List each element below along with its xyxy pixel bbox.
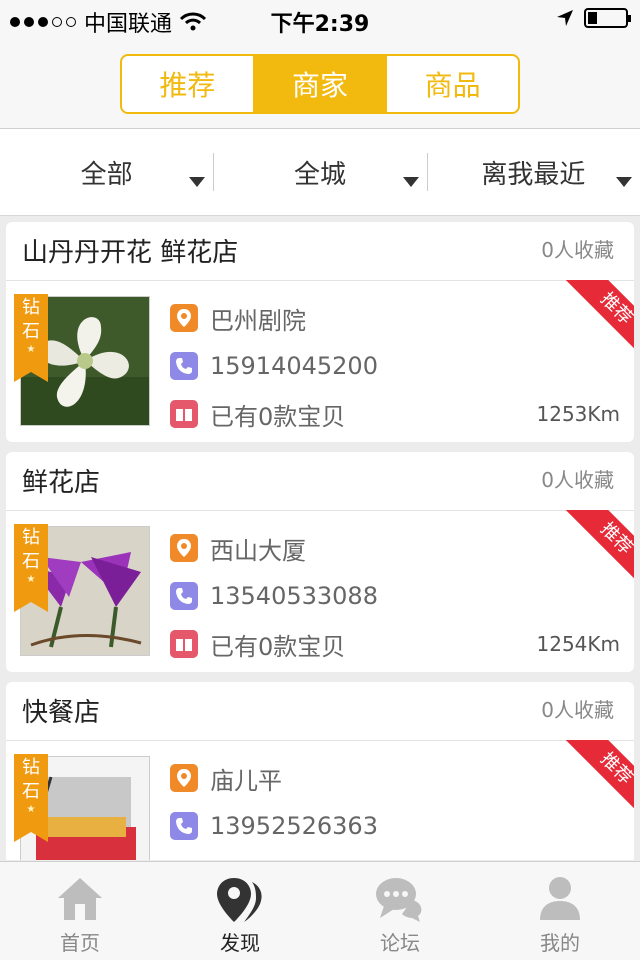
tab-home[interactable]: 首页	[0, 862, 160, 960]
filter-area-dropdown[interactable]: 全城	[213, 129, 426, 215]
gift-icon	[170, 630, 198, 658]
store-distance: 1253Km	[536, 402, 621, 426]
favorite-count[interactable]: 0人收藏	[541, 464, 614, 493]
tab-bar: 首页 发现 论坛 我的	[0, 861, 640, 960]
diamond-badge: 钻石 ★	[14, 754, 48, 842]
filter-category-dropdown[interactable]: 全部	[0, 129, 213, 215]
store-phone[interactable]: 15914045200	[210, 352, 378, 380]
location-pin-icon	[170, 304, 198, 332]
tab-mine-label: 我的	[540, 931, 580, 955]
location-pin-icon	[170, 534, 198, 562]
dropdown-arrow-icon	[402, 177, 419, 187]
tab-forum-label: 论坛	[380, 931, 420, 955]
store-goods-row	[170, 850, 634, 860]
phone-icon	[170, 352, 198, 380]
location-pin-icon	[170, 764, 198, 792]
dropdown-arrow-icon	[615, 177, 632, 187]
store-phone[interactable]: 13540533088	[210, 582, 378, 610]
filter-sort-dropdown[interactable]: 离我最近	[426, 129, 640, 215]
filter-bar: 全部 全城 离我最近	[0, 129, 640, 216]
store-goods-count: 已有0款宝贝	[210, 402, 346, 431]
discover-pin-icon	[217, 878, 262, 922]
filter-category-label: 全部	[80, 159, 133, 190]
store-card-header: 鲜花店 0人收藏	[6, 452, 634, 511]
store-name: 山丹丹开花 鲜花店	[22, 238, 239, 268]
store-location-row: 庙儿平	[170, 754, 634, 802]
status-time: 下午2:39	[270, 12, 370, 37]
diamond-badge: 钻石 ★	[14, 294, 48, 382]
segment-products[interactable]: 商品	[385, 56, 518, 112]
store-phone-row[interactable]: 13540533088	[170, 572, 634, 620]
filter-area-label: 全城	[293, 159, 346, 190]
home-icon	[58, 878, 102, 920]
store-name: 鲜花店	[22, 468, 101, 498]
store-phone[interactable]: 13952526363	[210, 812, 378, 840]
store-phone-row[interactable]: 15914045200	[170, 342, 634, 390]
tab-discover-label: 发现	[220, 931, 260, 955]
chat-bubble-icon	[376, 878, 422, 922]
dropdown-arrow-icon	[189, 177, 206, 187]
store-card[interactable]: 鲜花店 0人收藏 钻石 ★ 推荐 西山大厦 13540533088 已有0款宝贝…	[6, 452, 634, 672]
location-arrow-icon	[557, 10, 573, 26]
tab-home-label: 首页	[60, 931, 100, 955]
store-name: 快餐店	[22, 698, 101, 728]
header: 推荐 商家 商品	[0, 40, 640, 129]
store-location: 庙儿平	[210, 766, 282, 795]
battery-icon	[584, 8, 631, 28]
store-card[interactable]: 山丹丹开花 鲜花店 0人收藏 钻石 ★ 推荐 巴州剧院 15914045200 …	[6, 222, 634, 442]
store-distance: 1254Km	[536, 632, 621, 656]
tab-forum[interactable]: 论坛	[320, 862, 480, 960]
store-card[interactable]: 快餐店 0人收藏 钻石 ★ 推荐 庙儿平 13952526363	[6, 682, 634, 860]
diamond-badge: 钻石 ★	[14, 524, 48, 612]
store-location: 西山大厦	[210, 536, 306, 565]
phone-icon	[170, 582, 198, 610]
favorite-count[interactable]: 0人收藏	[541, 694, 614, 723]
store-goods-count: 已有0款宝贝	[210, 632, 346, 661]
store-location: 巴州剧院	[210, 306, 306, 335]
favorite-count[interactable]: 0人收藏	[541, 234, 614, 263]
store-phone-row[interactable]: 13952526363	[170, 802, 634, 850]
tab-discover[interactable]: 发现	[160, 862, 320, 960]
store-location-row: 西山大厦	[170, 524, 634, 572]
store-list[interactable]: 山丹丹开花 鲜花店 0人收藏 钻石 ★ 推荐 巴州剧院 15914045200 …	[6, 222, 634, 860]
status-bar: 中国联通 下午2:39	[0, 0, 640, 40]
store-card-header: 山丹丹开花 鲜花店 0人收藏	[6, 222, 634, 281]
store-location-row: 巴州剧院	[170, 294, 634, 342]
gift-icon	[170, 400, 198, 428]
store-card-header: 快餐店 0人收藏	[6, 682, 634, 741]
segment-recommend[interactable]: 推荐	[122, 56, 253, 112]
filter-sort-label: 离我最近	[481, 159, 586, 190]
user-icon	[540, 877, 580, 920]
segment-merchants[interactable]: 商家	[252, 56, 386, 112]
segmented-control: 推荐 商家 商品	[120, 54, 520, 114]
tab-mine[interactable]: 我的	[480, 862, 640, 960]
phone-icon	[170, 812, 198, 840]
